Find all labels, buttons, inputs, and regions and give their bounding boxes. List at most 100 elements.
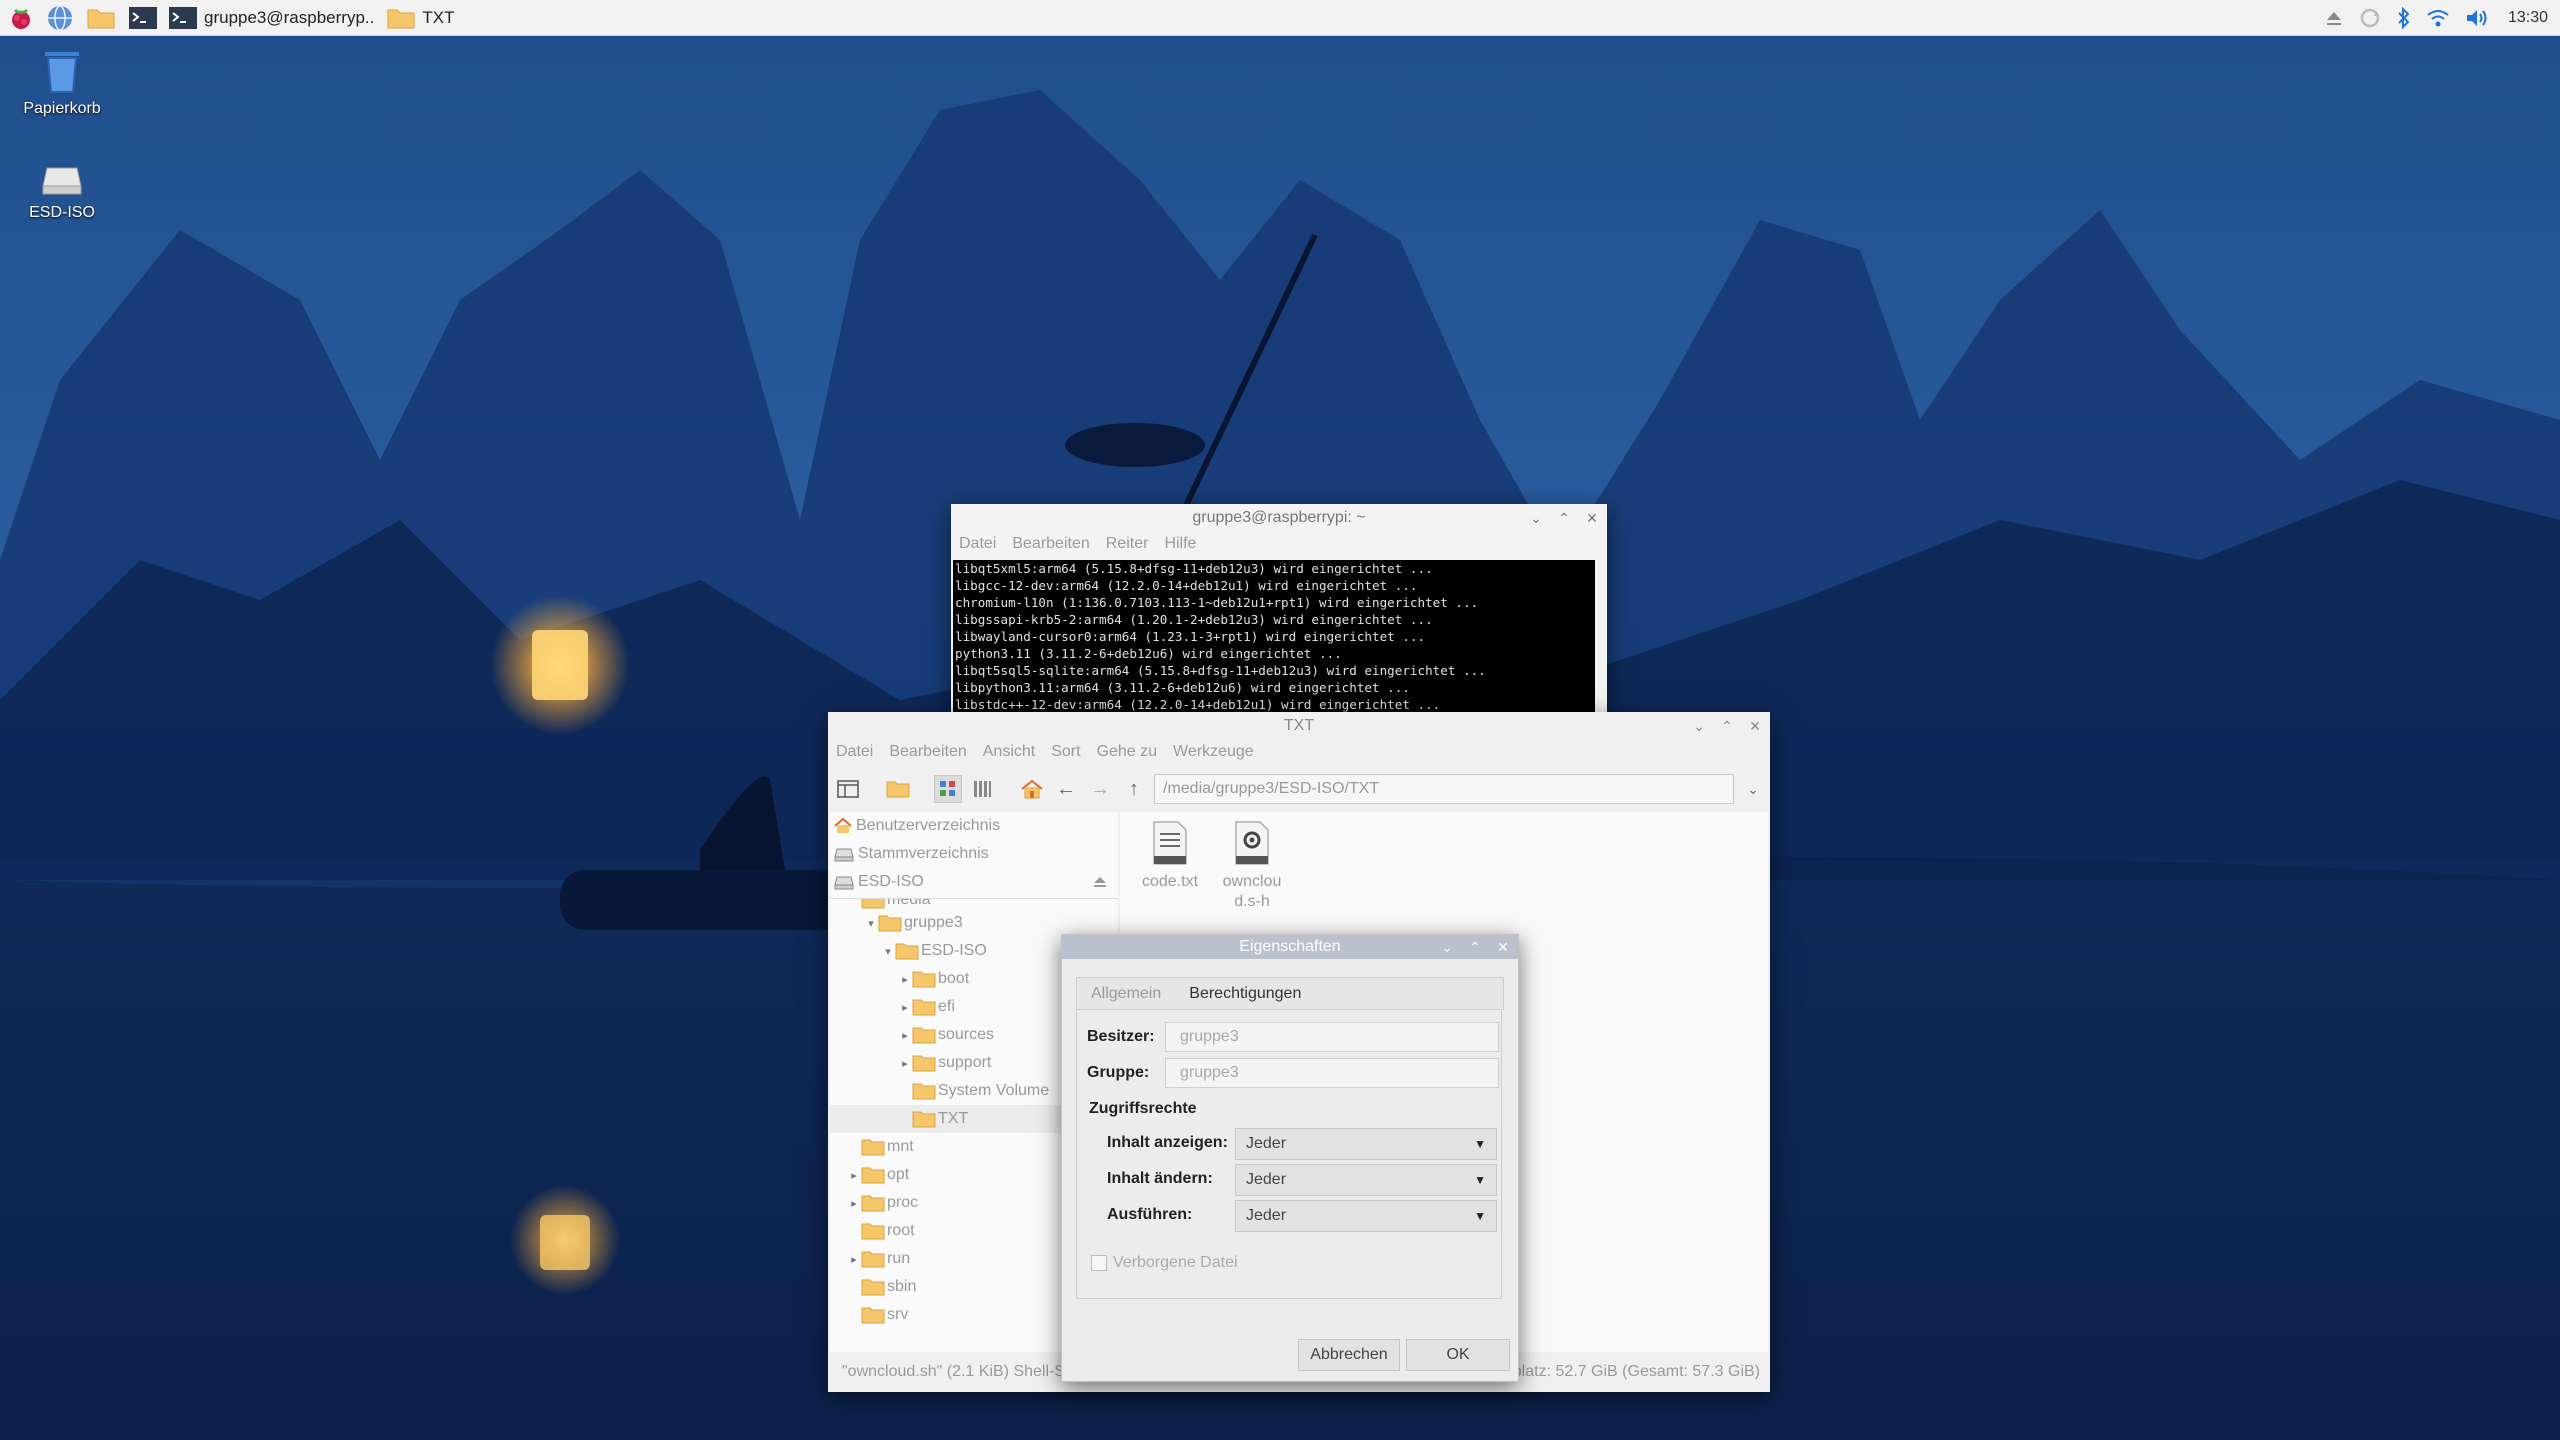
raspberry-menu-button[interactable]	[4, 2, 38, 34]
volume-icon[interactable]	[2464, 7, 2490, 29]
expand-down-icon[interactable]: ▾	[881, 945, 895, 958]
update-sync-icon[interactable]	[2358, 6, 2382, 30]
close-icon[interactable]: ✕	[1494, 939, 1512, 956]
hidden-file-checkbox[interactable]: Verborgene Datei	[1091, 1254, 1238, 1272]
menu-ansicht[interactable]: Ansicht	[983, 743, 1035, 761]
drive-icon	[834, 848, 854, 862]
maximize-icon[interactable]: ⌃	[1466, 939, 1484, 956]
path-input[interactable]: /media/gruppe3/ESD-ISO/TXT	[1154, 774, 1734, 804]
desktop-icon-esd-iso[interactable]: ESD-ISO	[7, 160, 117, 222]
script-file-icon	[1235, 821, 1269, 865]
terminal-scrollbar[interactable]	[1597, 560, 1607, 712]
ok-button[interactable]: OK	[1406, 1339, 1510, 1371]
group-field[interactable]: gruppe3	[1165, 1058, 1499, 1088]
tab-allgemein[interactable]: Allgemein	[1077, 978, 1175, 1010]
menu-sort[interactable]: Sort	[1051, 743, 1080, 761]
expand-right-icon[interactable]: ▸	[847, 1197, 861, 1210]
icon-view-button[interactable]	[934, 775, 962, 803]
forward-button[interactable]: →	[1086, 775, 1114, 803]
dialog-tabs: Allgemein Berechtigungen	[1076, 977, 1504, 1012]
menu-datei[interactable]: Datei	[836, 743, 873, 761]
home-button[interactable]	[1018, 775, 1046, 803]
file-manager-launcher-button[interactable]	[82, 2, 120, 34]
up-button[interactable]: ↑	[1120, 775, 1148, 803]
tab-berechtigungen[interactable]: Berechtigungen	[1175, 978, 1316, 1012]
folder-icon	[912, 1027, 936, 1044]
perm-view-select[interactable]: Jeder ▼	[1235, 1128, 1497, 1160]
terminal-launcher-button[interactable]	[124, 2, 162, 34]
maximize-icon[interactable]: ⌃	[1555, 510, 1573, 527]
menu-bearbeiten[interactable]: Bearbeiten	[1012, 535, 1089, 553]
window-title: gruppe3@raspberrypi: ~	[1192, 509, 1366, 526]
tree-item-label: boot	[938, 970, 970, 987]
expand-right-icon[interactable]: ▸	[898, 1001, 912, 1014]
place-home[interactable]: Benutzerverzeichnis	[830, 812, 1118, 840]
terminal-icon	[169, 6, 197, 29]
dialog-titlebar[interactable]: Eigenschaften ⌄ ⌃ ✕	[1062, 935, 1518, 959]
place-root[interactable]: Stammverzeichnis	[830, 840, 1118, 868]
perm-exec-select[interactable]: Jeder ▼	[1235, 1200, 1497, 1232]
desktop-icon-label: ESD-ISO	[29, 204, 95, 221]
menu-bearbeiten[interactable]: Bearbeiten	[889, 743, 966, 761]
drive-icon	[834, 876, 854, 890]
browser-launcher-button[interactable]	[42, 2, 78, 34]
expand-right-icon[interactable]: ▸	[898, 973, 912, 986]
list-view-icon	[974, 781, 991, 797]
minimize-icon[interactable]: ⌄	[1690, 718, 1708, 735]
expand-right-icon[interactable]: ▸	[847, 1169, 861, 1182]
maximize-icon[interactable]: ⌃	[1718, 718, 1736, 735]
expand-right-icon[interactable]: ▸	[898, 1057, 912, 1070]
expand-down-icon[interactable]: ▾	[864, 917, 878, 930]
tree-item[interactable]: media	[830, 899, 1118, 909]
close-icon[interactable]: ✕	[1583, 510, 1601, 527]
taskbar: gruppe3@raspberryp.. TXT 13:30	[0, 0, 2560, 36]
minimize-icon[interactable]: ⌄	[1438, 939, 1456, 956]
wifi-icon[interactable]	[2426, 7, 2450, 29]
home-icon	[1021, 779, 1043, 799]
back-button[interactable]: ←	[1052, 775, 1080, 803]
expand-right-icon[interactable]: ▸	[898, 1029, 912, 1042]
terminal-titlebar[interactable]: gruppe3@raspberrypi: ~ ⌄ ⌃ ✕	[951, 504, 1607, 532]
file-item[interactable]: owncloud.s-h	[1216, 820, 1288, 912]
tree-item-label: support	[938, 1054, 992, 1071]
toggle-sidepane-button[interactable]	[834, 775, 862, 803]
raspberry-icon	[12, 8, 30, 29]
place-esd-iso[interactable]: ESD-ISO	[830, 868, 1118, 896]
taskbar-task-label: TXT	[422, 7, 455, 27]
taskbar-task-terminal[interactable]: gruppe3@raspberryp..	[162, 2, 380, 34]
taskbar-task-file-manager[interactable]: TXT	[380, 2, 460, 34]
status-selection: "owncloud.sh" (2.1 KiB) Shell-S	[842, 1363, 1066, 1380]
cancel-button[interactable]: Abbrechen	[1298, 1339, 1400, 1371]
terminal-output[interactable]: libqt5xml5:arm64 (5.15.8+dfsg-11+deb12u3…	[953, 560, 1595, 712]
menu-hilfe[interactable]: Hilfe	[1164, 535, 1196, 553]
grid-view-icon	[940, 781, 955, 796]
file-manager-titlebar[interactable]: TXT ⌄ ⌃ ✕	[828, 712, 1770, 740]
perm-change-select[interactable]: Jeder ▼	[1235, 1164, 1497, 1196]
minimize-icon[interactable]: ⌄	[1527, 510, 1545, 527]
chevron-down-icon[interactable]: ⌄	[1742, 774, 1764, 804]
select-value: Jeder	[1246, 1171, 1287, 1188]
folder-icon	[886, 781, 910, 798]
menu-gehe-zu[interactable]: Gehe zu	[1097, 743, 1157, 761]
owner-label: Besitzer:	[1087, 1028, 1155, 1045]
tree-item[interactable]: ▾ gruppe3	[830, 909, 1118, 937]
list-view-button[interactable]	[968, 775, 996, 803]
desktop-icon-trash[interactable]: Papierkorb	[7, 46, 117, 118]
menu-datei[interactable]: Datei	[959, 535, 996, 553]
properties-dialog: Eigenschaften ⌄ ⌃ ✕ Allgemein Berechtigu…	[1061, 934, 1519, 1382]
eject-icon[interactable]	[2324, 8, 2344, 28]
access-heading: Zugriffsrechte	[1089, 1100, 1197, 1117]
folder-icon	[861, 1307, 885, 1324]
perm-change-label: Inhalt ändern:	[1107, 1170, 1213, 1187]
bluetooth-icon[interactable]	[2396, 6, 2412, 30]
new-folder-button[interactable]	[884, 775, 912, 803]
close-icon[interactable]: ✕	[1746, 718, 1764, 735]
file-item[interactable]: code.txt	[1120, 820, 1220, 892]
owner-field[interactable]: gruppe3	[1165, 1022, 1499, 1052]
menu-werkzeuge[interactable]: Werkzeuge	[1173, 743, 1254, 761]
tree-item-label: mnt	[887, 1138, 914, 1155]
eject-icon[interactable]	[1092, 874, 1108, 890]
expand-right-icon[interactable]: ▸	[847, 1253, 861, 1266]
menu-reiter[interactable]: Reiter	[1106, 535, 1149, 553]
clock[interactable]: 13:30	[2508, 9, 2548, 27]
